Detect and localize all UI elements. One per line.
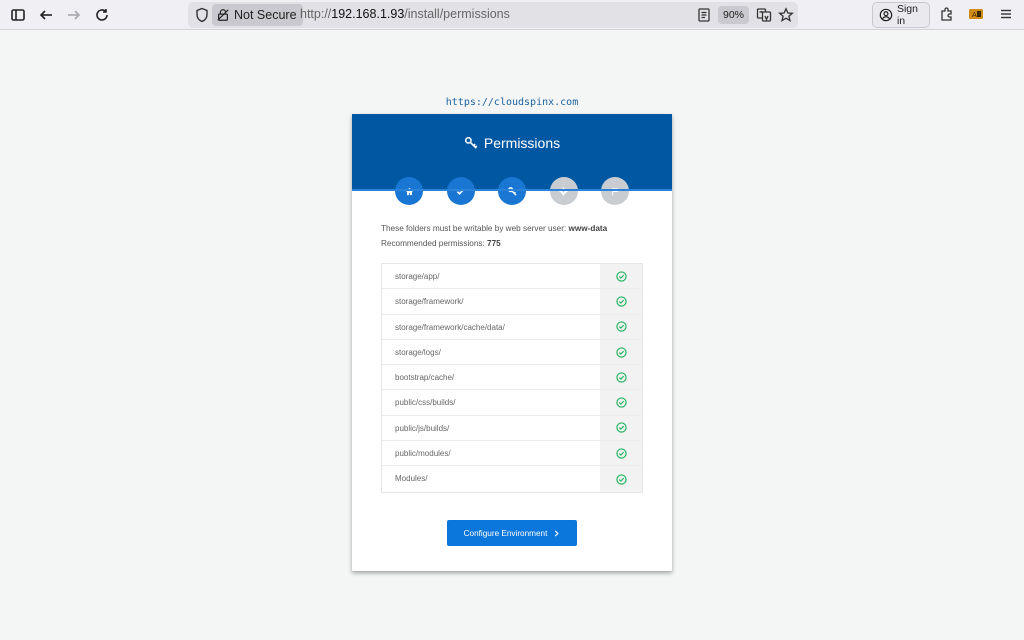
- recommended-permissions-value: 775: [487, 239, 501, 248]
- folder-path: storage/logs/: [382, 339, 601, 365]
- configure-environment-label: Configure Environment: [463, 528, 548, 538]
- check-circle-icon: [615, 346, 627, 358]
- page-title-text: Permissions: [483, 135, 561, 151]
- folder-status: [600, 289, 642, 314]
- folder-status: [600, 339, 642, 365]
- check-circle-icon: [615, 422, 627, 434]
- check-icon: [456, 188, 465, 195]
- menu-icon[interactable]: [998, 6, 1014, 22]
- writable-user-line: These folders must be writable by web se…: [381, 221, 607, 236]
- folder-status: [600, 390, 642, 415]
- table-row: bootstrap/cache/: [382, 365, 642, 391]
- bookmark-star-icon[interactable]: [778, 7, 794, 23]
- url-path: /install/permissions: [404, 7, 510, 21]
- reload-icon[interactable]: [91, 4, 113, 26]
- table-row: storage/app/: [382, 264, 642, 290]
- web-server-user: www-data: [568, 224, 608, 233]
- step-environment: [549, 177, 578, 205]
- permissions-info: These folders must be writable by web se…: [381, 221, 607, 251]
- check-circle-icon: [615, 321, 627, 332]
- page-title: Permissions: [352, 135, 672, 151]
- step-home: [395, 177, 423, 205]
- chevron-right-icon: [555, 529, 560, 537]
- url-prefix: http://: [300, 7, 332, 21]
- folder-path: bootstrap/cache/: [382, 365, 601, 390]
- folder-path: storage/framework/cache/data/: [382, 314, 601, 339]
- folder-path: storage/framework/: [382, 289, 601, 314]
- check-circle-icon: [615, 397, 627, 408]
- sign-in-label: Sign in: [896, 3, 918, 27]
- folder-status: [600, 314, 642, 339]
- step-permissions: [498, 177, 526, 205]
- folder-path: public/modules/: [382, 441, 601, 466]
- folder-status: [600, 466, 642, 492]
- not-secure-badge[interactable]: Not Secure: [212, 4, 303, 26]
- table-row: storage/logs/: [382, 339, 642, 366]
- url-text[interactable]: http://192.168.1.93/install/permissions: [300, 7, 510, 21]
- table-row: public/css/builds/: [382, 390, 642, 416]
- writable-user-text: These folders must be writable by web se…: [381, 224, 567, 233]
- step-finish: [601, 177, 629, 205]
- table-row: public/modules/: [382, 441, 642, 467]
- installer-card: Permissions These folders must be writab…: [352, 114, 672, 571]
- folder-status: [600, 365, 642, 390]
- folder-path: public/js/builds/: [382, 415, 601, 441]
- folder-path: public/css/builds/: [382, 390, 601, 415]
- key-icon: [507, 186, 517, 196]
- configure-environment-button[interactable]: Configure Environment: [447, 520, 577, 546]
- site-watermark-link: https://cloudspinx.com: [445, 97, 579, 108]
- installer-steps: [395, 177, 629, 205]
- folder-permissions-table: storage/app/storage/framework/storage/fr…: [381, 263, 643, 493]
- check-circle-icon: [615, 473, 627, 485]
- folder-status: [600, 264, 642, 289]
- check-circle-icon: [615, 448, 627, 459]
- forward-icon[interactable]: [63, 4, 85, 26]
- folder-path: Modules/: [382, 466, 601, 492]
- recommended-permissions-line: Recommended permissions: 775: [381, 236, 607, 251]
- shield-icon[interactable]: [194, 7, 210, 23]
- home-icon: [405, 187, 413, 195]
- browser-toolbar: Not Secure http://192.168.1.93/install/p…: [0, 0, 1024, 30]
- check-circle-icon: [615, 296, 627, 307]
- folder-status: [600, 441, 642, 466]
- key-icon: [464, 136, 478, 149]
- sign-in-button[interactable]: Sign in: [872, 2, 930, 28]
- recommended-permissions-text: Recommended permissions:: [381, 239, 485, 248]
- lock-icon: [217, 9, 229, 21]
- url-host: 192.168.1.93: [331, 7, 405, 21]
- table-row: storage/framework/cache/data/: [382, 314, 642, 340]
- folder-status: [600, 415, 642, 441]
- flag-icon: [611, 187, 619, 196]
- extensions-icon[interactable]: [939, 6, 955, 22]
- translator-extension-icon[interactable]: A: [968, 6, 984, 22]
- not-secure-label: Not Secure: [234, 8, 297, 22]
- address-bar[interactable]: Not Secure http://192.168.1.93/install/p…: [188, 2, 798, 28]
- gear-icon: [559, 186, 568, 196]
- card-header: Permissions: [352, 114, 672, 205]
- zoom-level-badge[interactable]: 90%: [718, 6, 750, 24]
- table-row: storage/framework/: [382, 289, 642, 315]
- account-icon: [879, 8, 893, 22]
- check-circle-icon: [615, 270, 627, 282]
- folder-path: storage/app/: [382, 264, 601, 289]
- reader-view-icon[interactable]: [696, 7, 712, 23]
- table-row: Modules/: [382, 466, 642, 492]
- sidebar-toggle-icon[interactable]: [7, 4, 29, 26]
- step-requirements: [446, 177, 475, 205]
- check-circle-icon: [615, 372, 627, 383]
- translate-icon[interactable]: [756, 7, 772, 23]
- table-row: public/js/builds/: [382, 415, 642, 442]
- svg-text:A: A: [972, 11, 977, 19]
- back-icon[interactable]: [35, 4, 57, 26]
